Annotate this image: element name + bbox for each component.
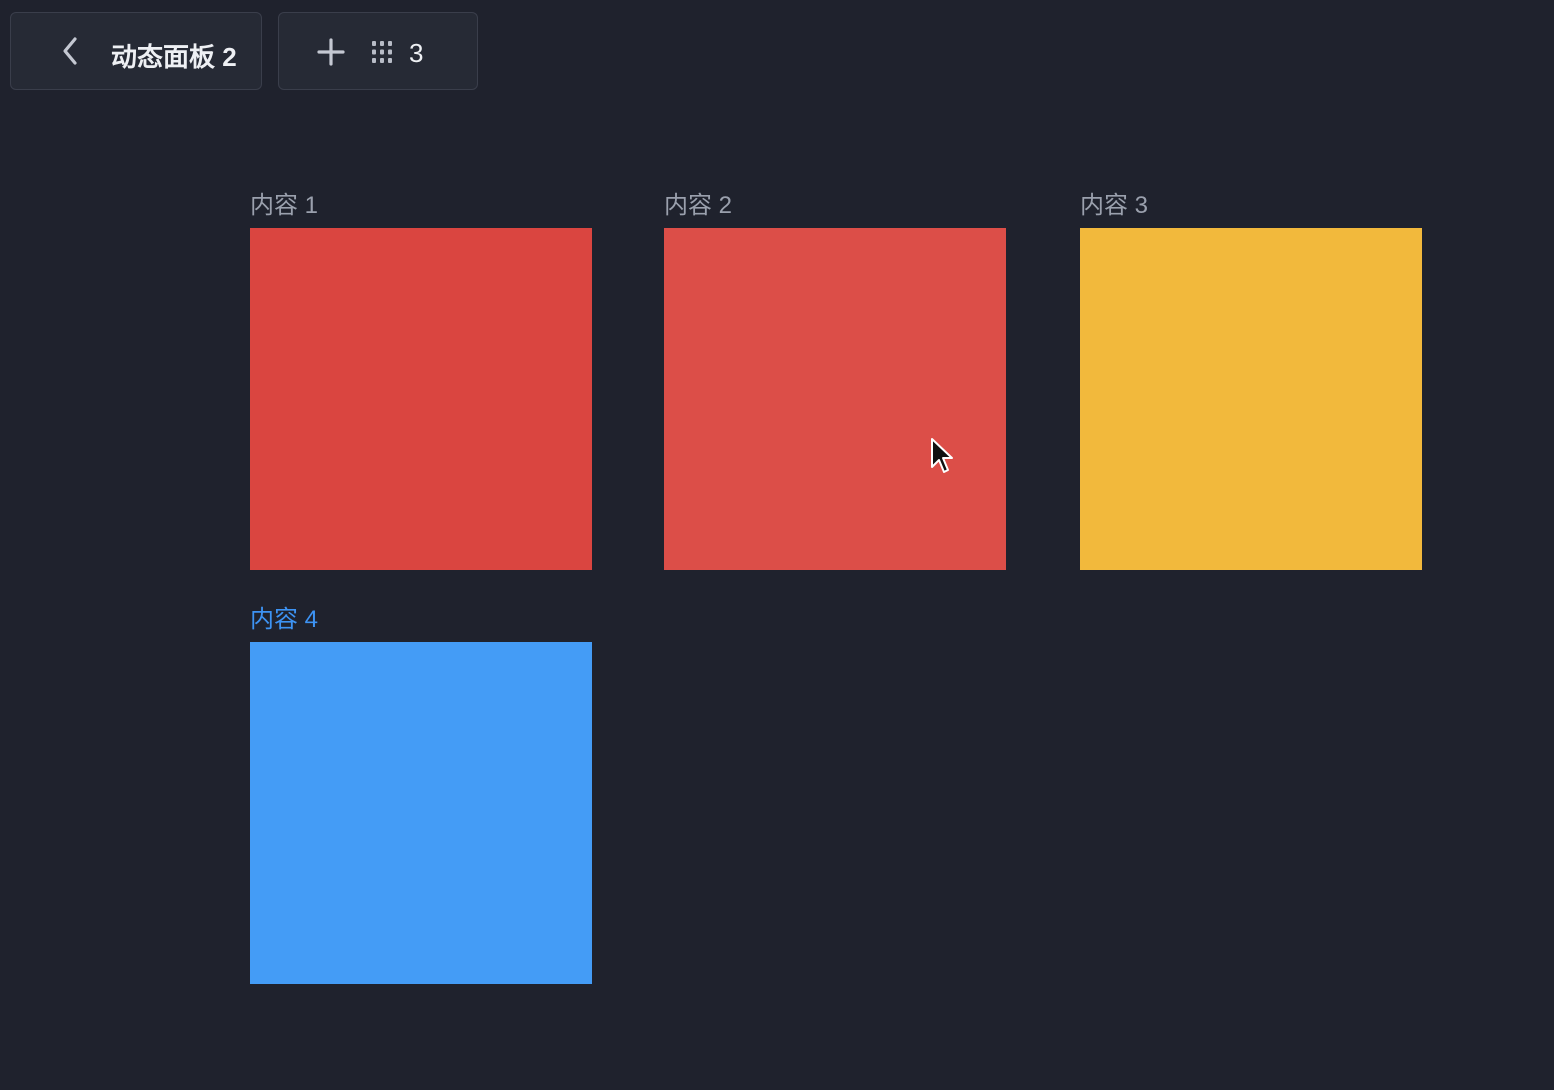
panel-count-control[interactable]: 3 xyxy=(278,12,478,90)
back-button[interactable]: 动态面板 2 xyxy=(10,12,262,90)
panel-content-3[interactable] xyxy=(1080,228,1422,570)
panel-content-2[interactable] xyxy=(664,228,1006,570)
panel-content-4[interactable] xyxy=(250,642,592,984)
panel-label-2: 内容 2 xyxy=(664,192,733,219)
panel-label-4: 内容 4 xyxy=(250,606,319,633)
panel-content-1[interactable] xyxy=(250,228,592,570)
panel-count: 3 xyxy=(409,38,424,68)
chevron-left-icon xyxy=(57,35,85,67)
plus-icon[interactable] xyxy=(316,37,346,67)
panel-label-1: 内容 1 xyxy=(250,192,319,219)
grid-dots-icon xyxy=(371,40,393,64)
panel-title: 动态面板 2 xyxy=(111,42,237,72)
panel-label-3: 内容 3 xyxy=(1080,192,1149,219)
